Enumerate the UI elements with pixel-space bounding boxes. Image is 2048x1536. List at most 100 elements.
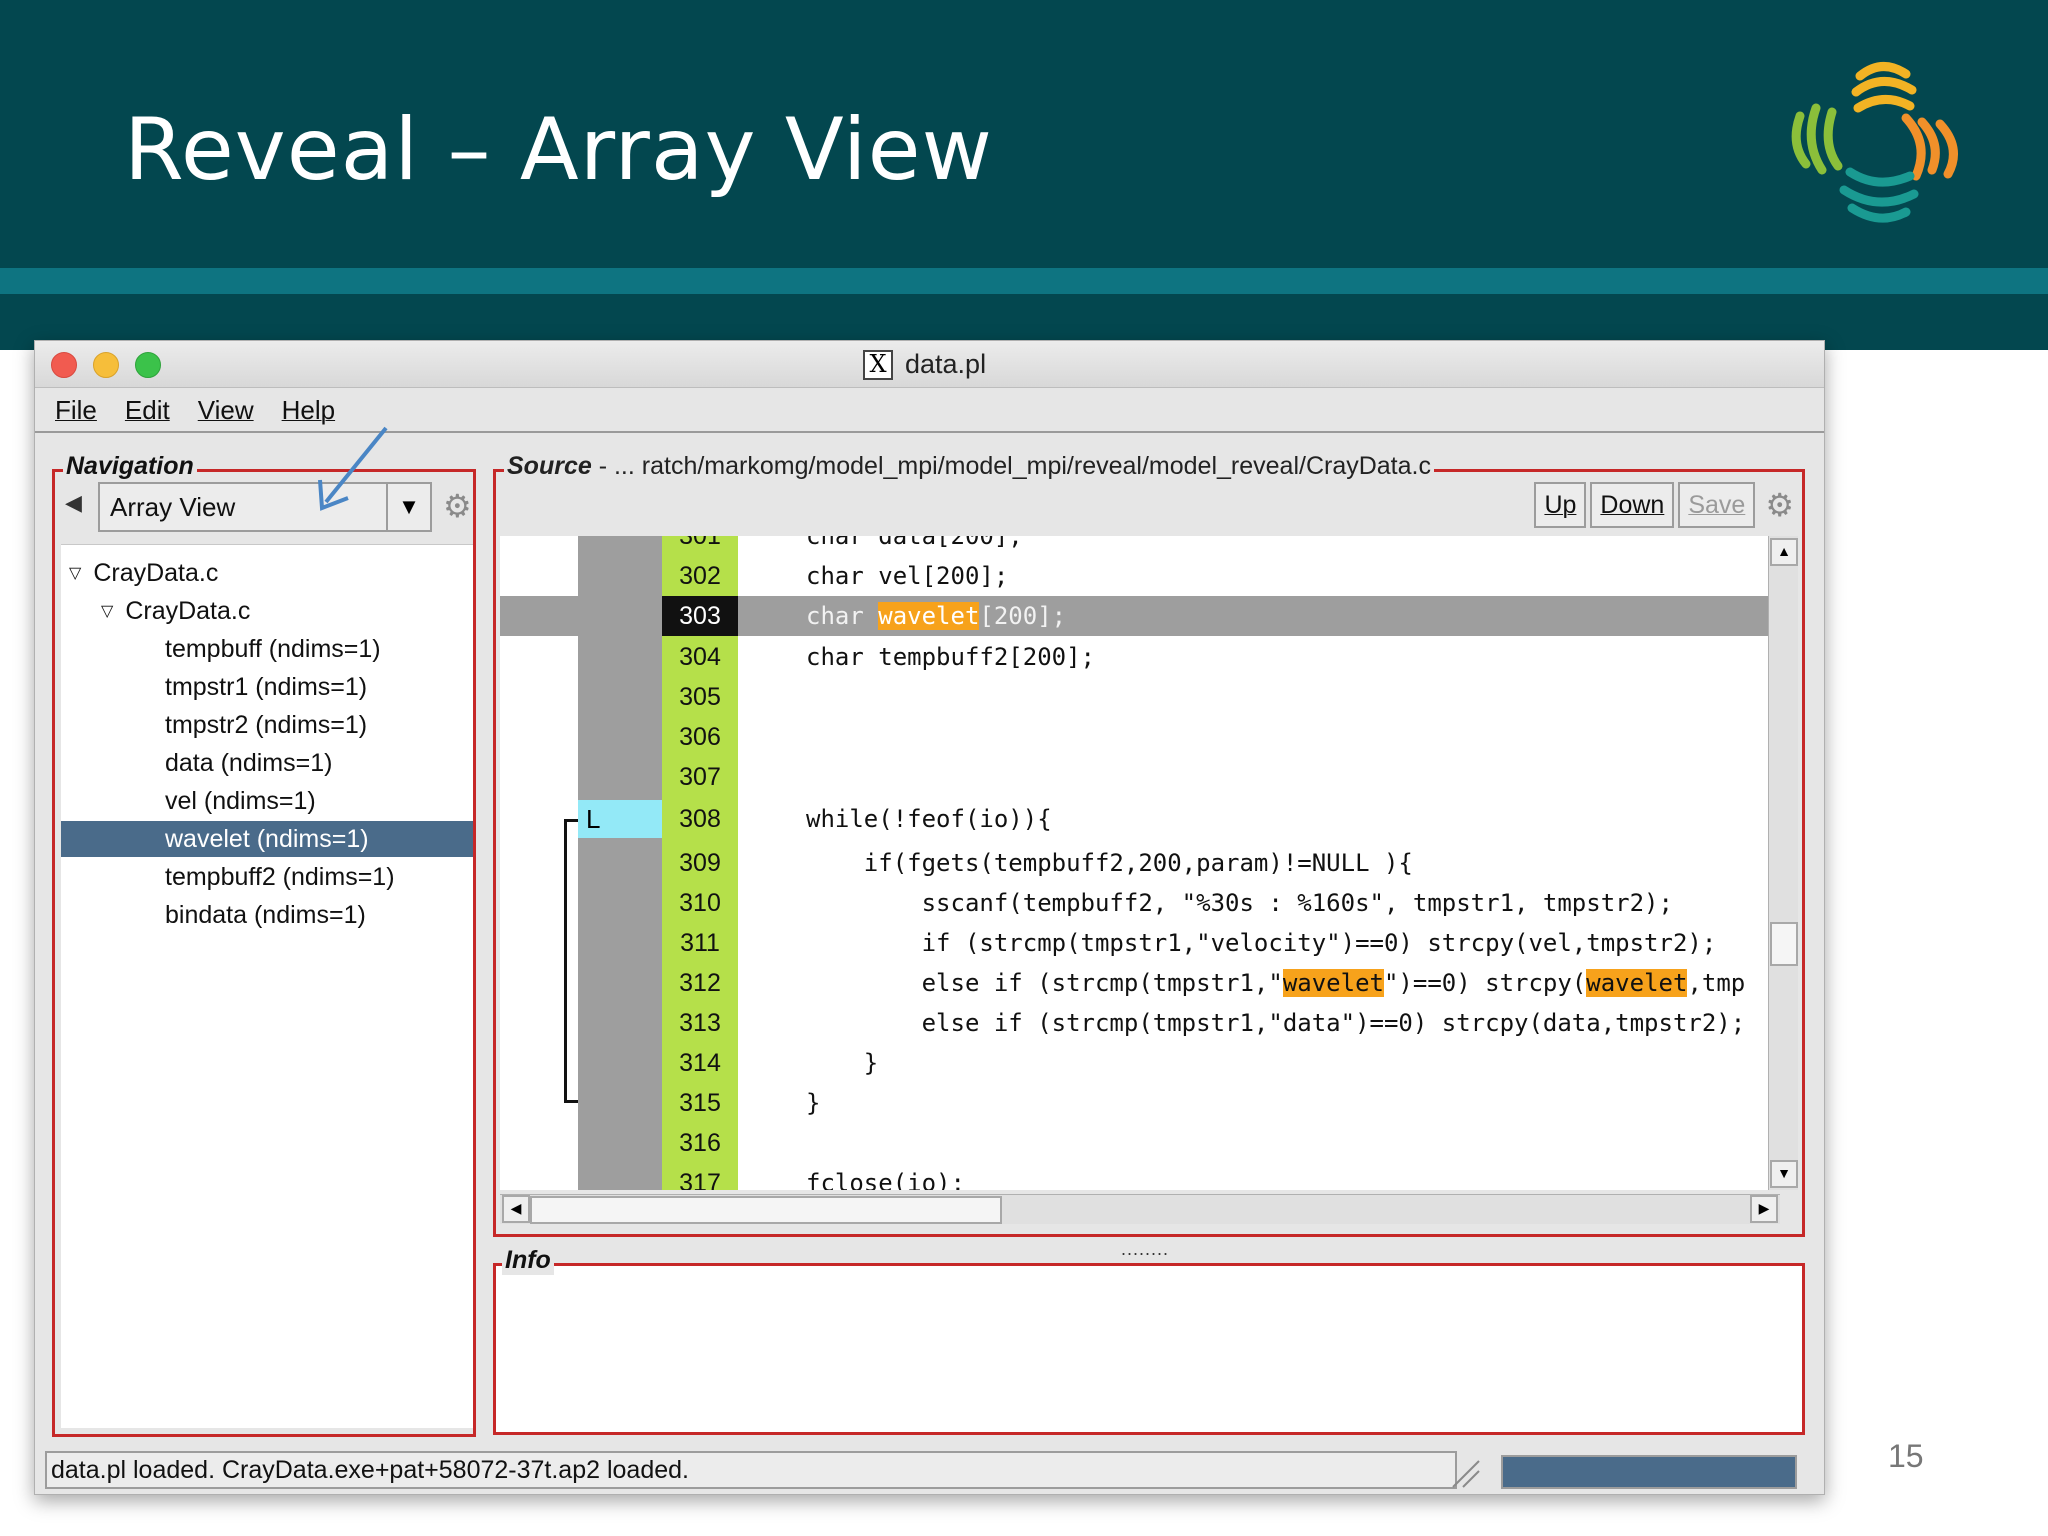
source-code-view[interactable]: 301 char data[200]; 302 char vel[200]; 303 ch… [500,536,1780,1190]
code-text: fclose(io); [806,1169,965,1190]
resize-grip-icon[interactable] [1443,1455,1483,1489]
maximize-window-button[interactable] [135,352,161,378]
scroll-left-arrow-icon[interactable]: ◀ [502,1195,530,1223]
tree-item[interactable]: bindata (ndims=1) [61,897,473,933]
scroll-up-arrow-icon[interactable]: ▲ [1770,538,1798,566]
code-line[interactable]: 304 char tempbuff2[200]; [500,637,1780,677]
scroll-right-arrow-icon[interactable]: ▶ [1750,1195,1778,1223]
navigation-panel: Navigation ◀ Array View ▼ ⚙ ▽ CrayData.c ▽… [52,452,476,1437]
code-line[interactable]: 306 [500,717,1780,757]
code-text: } [806,1089,821,1117]
tree-item[interactable]: ▽ CrayData.c [61,555,473,591]
code-text: sscanf(tempbuff2, "%30s : %160s", tmpstr… [806,889,1673,917]
code-text: char tempbuff2[200]; [806,643,1095,671]
up-button[interactable]: Up [1534,482,1587,528]
back-arrow-icon[interactable]: ◀ [65,490,82,516]
window-title: data.pl [905,349,987,379]
tree-item[interactable]: tmpstr1 (ndims=1) [61,669,473,705]
tree-item-label: tempbuff (ndims=1) [165,634,381,663]
code-line[interactable]: 314 } [500,1043,1780,1083]
expand-triangle-icon[interactable]: ▽ [69,563,81,583]
panel-splitter-handle[interactable]: ........ [1121,1239,1169,1260]
code-text: char data[200]; [806,536,1023,550]
code-line[interactable]: 308 while(!feof(io)){ [500,799,1780,839]
tree-item[interactable]: wavelet (ndims=1) [61,821,473,857]
cray-logo-icon [1791,62,1958,223]
tree-item[interactable]: tempbuff2 (ndims=1) [61,859,473,895]
source-toolbar: Up Down Save ⚙ [1534,482,1794,528]
navigation-tree: ▽ CrayData.c ▽ CrayData.c tempbuff (ndims=1)… [61,544,473,1428]
horizontal-scrollbar[interactable]: ◀ ▶ [500,1194,1780,1224]
line-number: 313 [679,1009,721,1037]
line-number: 314 [679,1049,721,1077]
code-line[interactable]: 316 [500,1123,1780,1163]
tree-item[interactable]: ▽ CrayData.c [61,593,473,629]
line-number: 316 [679,1129,721,1157]
minimize-window-button[interactable] [93,352,119,378]
code-text: else if (strcmp(tmpstr1,"wavelet")==0) s… [806,969,1746,997]
code-line[interactable]: 301 char data[200]; [500,536,1780,556]
tree-item[interactable]: data (ndims=1) [61,745,473,781]
tree-item[interactable]: tempbuff (ndims=1) [61,631,473,667]
status-bar: data.pl loaded. CrayData.exe+pat+58072-3… [45,1451,1815,1491]
code-line[interactable]: 303 char wavelet[200]; [500,596,1780,636]
code-line[interactable]: 310 sscanf(tempbuff2, "%30s : %160s", tm… [500,883,1780,923]
line-number: 310 [679,889,721,917]
code-text: while(!feof(io)){ [806,805,1052,833]
tree-item[interactable]: tmpstr2 (ndims=1) [61,707,473,743]
menu-view[interactable]: View [198,395,254,426]
code-line[interactable]: 305 [500,677,1780,717]
tree-item-label: CrayData.c [125,596,251,625]
vertical-scrollbar[interactable]: ▲ ▼ [1768,536,1798,1190]
code-line[interactable]: 312 else if (strcmp(tmpstr1,"wavelet")==… [500,963,1780,1003]
tree-item-label: bindata (ndims=1) [165,900,366,929]
menu-file[interactable]: File [55,395,97,426]
code-line[interactable]: 311 if (strcmp(tmpstr1,"velocity")==0) s… [500,923,1780,963]
expand-triangle-icon[interactable]: ▽ [101,601,113,621]
window-title-group: X data.pl [863,349,986,380]
loop-bracket [564,819,578,1103]
line-number: 302 [679,562,721,590]
menu-edit[interactable]: Edit [125,395,170,426]
code-line[interactable]: 307 [500,757,1780,797]
tree-item-label: CrayData.c [93,558,219,587]
line-number: 308 [679,805,721,833]
code-line[interactable]: 313 else if (strcmp(tmpstr1,"data")==0) … [500,1003,1780,1043]
source-legend-label: Source [507,452,592,480]
info-panel: Info [493,1246,1805,1435]
line-number: 307 [679,763,721,791]
code-line[interactable]: 302 char vel[200]; [500,556,1780,596]
progress-bar [1501,1455,1797,1489]
loop-marker[interactable]: L [578,800,662,838]
code-text: char wavelet[200]; [806,602,1067,630]
code-text: if (strcmp(tmpstr1,"velocity")==0) strcp… [806,929,1717,957]
window-titlebar[interactable]: X data.pl [35,341,1824,388]
annotation-arrow-icon [318,426,388,511]
info-legend: Info [502,1246,554,1275]
horizontal-scroll-thumb[interactable] [530,1196,1002,1224]
slide-number: 15 [1888,1438,1924,1474]
gear-icon[interactable]: ⚙ [443,490,472,522]
source-file-path: - ... ratch/markomg/model_mpi/model_mpi/… [591,452,1431,480]
tree-item-label: data (ndims=1) [165,748,333,777]
code-line[interactable]: 309 if(fgets(tempbuff2,200,param)!=NULL … [500,843,1780,883]
vertical-scroll-thumb[interactable] [1770,922,1798,966]
line-number: 312 [679,969,721,997]
down-button[interactable]: Down [1590,482,1675,528]
close-window-button[interactable] [51,352,77,378]
save-button[interactable]: Save [1678,482,1756,528]
tree-item[interactable]: vel (ndims=1) [61,783,473,819]
code-text: else if (strcmp(tmpstr1,"data")==0) strc… [806,1009,1746,1037]
code-line[interactable]: 315} [500,1083,1780,1123]
line-number: 311 [680,929,720,957]
slide-title: Reveal – Array View [124,100,993,200]
tree-item-label: tmpstr1 (ndims=1) [165,672,368,701]
line-number: 309 [679,849,721,877]
line-number: 303 [662,596,738,636]
search-highlight: wavelet [1586,969,1688,997]
tree-item-label: tmpstr2 (ndims=1) [165,710,368,739]
code-line[interactable]: 317 fclose(io); [500,1163,1780,1190]
scroll-down-arrow-icon[interactable]: ▼ [1770,1160,1798,1188]
line-number: 301 [679,536,721,550]
gear-icon[interactable]: ⚙ [1765,489,1794,521]
